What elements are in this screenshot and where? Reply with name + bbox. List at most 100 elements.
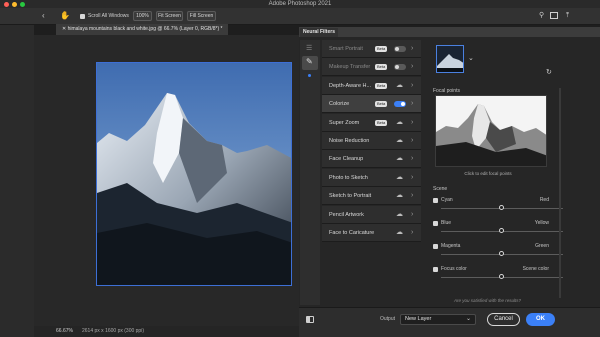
filter-label: Makeup Transfer xyxy=(329,64,371,71)
output-label: Output xyxy=(380,316,396,322)
chevron-right-icon[interactable]: › xyxy=(411,150,413,168)
filter-label: Noise Reduction xyxy=(329,138,370,144)
tools-panel xyxy=(0,25,34,337)
app-title: Adobe Photoshop 2021 xyxy=(268,1,332,7)
filter-toggle[interactable] xyxy=(394,101,406,108)
slider-left-label: Focus color xyxy=(441,266,467,272)
slider-right-label: Scene color xyxy=(522,266,549,272)
filter-label: Pencil Artwork xyxy=(329,211,364,218)
filter-row[interactable]: Face to Caricature ☁ › xyxy=(322,224,421,242)
beta-badge: Beta xyxy=(375,64,388,71)
beta-badge: Beta xyxy=(375,101,388,108)
reference-thumbnail[interactable] xyxy=(436,45,464,73)
focal-points-hint: Click to edit focal points xyxy=(464,171,512,176)
slider-checkbox[interactable] xyxy=(433,198,438,203)
filter-row[interactable]: Face Cleanup ☁ › xyxy=(322,150,421,169)
scroll-all-windows-checkbox[interactable] xyxy=(80,14,85,19)
toggle-knob xyxy=(395,65,399,70)
filter-toggle[interactable] xyxy=(394,46,406,52)
focal-points-label: Focal points xyxy=(433,88,460,94)
workspace-icon[interactable] xyxy=(550,12,558,19)
filter-row[interactable]: Sketch to Portrait ☁ › xyxy=(322,187,421,206)
chevron-down-icon[interactable]: ⌄ xyxy=(468,54,474,62)
slider-left-label: Magenta xyxy=(441,243,461,249)
slider-thumb[interactable] xyxy=(499,251,504,256)
slider-right-label: Yellow xyxy=(534,220,549,226)
cloud-download-icon[interactable]: ☁ xyxy=(396,190,403,202)
scroll-all-windows-label: Scroll All Windows xyxy=(88,13,129,19)
filter-toggle[interactable] xyxy=(394,64,406,71)
chevron-right-icon[interactable]: › xyxy=(411,132,413,150)
panel-header xyxy=(299,27,600,37)
filter-label: Sketch to Portrait xyxy=(329,193,372,200)
brush-icon: ✎ xyxy=(306,57,313,66)
chevron-right-icon[interactable]: › xyxy=(411,224,413,242)
document-tab-label: himalaya mountains black and white.jpg @… xyxy=(67,26,223,32)
chevron-right-icon[interactable]: › xyxy=(411,40,413,58)
share-icon[interactable]: ⤒ xyxy=(566,11,569,21)
focal-preview-image xyxy=(436,96,546,166)
slider-checkbox[interactable] xyxy=(433,267,438,272)
slider-thumb[interactable] xyxy=(499,274,504,279)
slider-thumb[interactable] xyxy=(499,228,504,233)
filter-row[interactable]: Makeup Transfer Beta › xyxy=(322,58,421,77)
chevron-right-icon[interactable]: › xyxy=(411,206,413,224)
filter-label: Depth-Aware H... xyxy=(329,82,372,89)
cloud-download-icon[interactable]: ☁ xyxy=(396,80,403,92)
filter-row[interactable]: Colorize Beta › xyxy=(322,95,421,114)
slider-thumb[interactable] xyxy=(499,205,504,210)
cloud-download-icon[interactable]: ☁ xyxy=(396,172,403,184)
chevron-right-icon[interactable]: › xyxy=(411,58,413,76)
chevron-down-icon: ⌄ xyxy=(465,316,471,322)
slider-right-label: Green xyxy=(535,243,549,249)
slider-checkbox[interactable] xyxy=(433,221,438,226)
cloud-download-icon[interactable]: ☁ xyxy=(396,135,403,147)
filter-label: Face to Caricature xyxy=(329,230,375,236)
filter-list: Smart Portrait Beta › Makeup Transfer Beta › D… xyxy=(322,40,422,305)
chevron-right-icon[interactable]: › xyxy=(411,187,413,205)
filter-row[interactable]: Super Zoom Beta ☁ › xyxy=(322,113,421,132)
hand-tool-icon[interactable]: ✋ xyxy=(60,11,70,21)
filter-list-icon[interactable]: ☰ xyxy=(306,44,312,52)
filter-label: Photo to Sketch xyxy=(329,174,368,181)
fill-screen-button[interactable]: Fill Screen xyxy=(187,11,216,21)
output-select[interactable]: New Layer ⌄ xyxy=(400,314,476,325)
focal-points-preview[interactable] xyxy=(435,95,547,167)
chevron-right-icon[interactable]: › xyxy=(411,169,413,187)
cloud-download-icon[interactable]: ☁ xyxy=(396,227,403,239)
toggle-view-icon[interactable] xyxy=(306,316,314,323)
cloud-download-icon[interactable]: ☁ xyxy=(396,117,403,129)
cancel-button[interactable]: Cancel xyxy=(487,313,520,326)
filter-row[interactable]: Photo to Sketch ☁ › xyxy=(322,168,421,187)
filter-label: Smart Portrait xyxy=(329,46,363,52)
filter-row[interactable]: Pencil Artwork ☁ › xyxy=(322,205,421,224)
filter-row[interactable]: Smart Portrait Beta › xyxy=(322,40,421,58)
active-indicator xyxy=(308,74,311,77)
zoom-100-button[interactable]: 100% xyxy=(133,11,152,21)
chevron-right-icon[interactable]: › xyxy=(411,114,413,132)
reset-icon[interactable]: ↻ xyxy=(546,68,552,76)
settings-scrollbar[interactable] xyxy=(559,88,561,298)
chevron-right-icon[interactable]: › xyxy=(411,77,413,95)
brush-tool-button[interactable]: ✎ xyxy=(302,56,318,70)
chevron-right-icon[interactable]: › xyxy=(411,95,413,113)
filter-row[interactable]: Noise Reduction ☁ › xyxy=(322,132,421,150)
filter-row[interactable]: Depth-Aware H... Beta ☁ › xyxy=(322,76,421,95)
ok-button[interactable]: OK xyxy=(526,313,555,326)
slider-checkbox[interactable] xyxy=(433,244,438,249)
fit-screen-button[interactable]: Fit Screen xyxy=(156,11,183,21)
mountain-photo[interactable] xyxy=(96,62,292,286)
cloud-download-icon[interactable]: ☁ xyxy=(396,153,403,165)
tab-neural-filters[interactable]: Neural Filters xyxy=(300,28,338,37)
search-icon[interactable]: ⚲ xyxy=(539,11,544,21)
slider-left-label: Blue xyxy=(441,220,452,226)
thumbnail-image xyxy=(437,46,463,72)
beta-badge: Beta xyxy=(375,46,388,52)
toggle-knob xyxy=(395,47,399,51)
home-icon[interactable]: ‹ xyxy=(42,11,45,21)
document-info: 2614 px x 1600 px (300 ppi) xyxy=(82,328,144,334)
filter-label: Super Zoom xyxy=(329,119,360,126)
document-tab[interactable]: ✕ himalaya mountains black and white.jpg… xyxy=(56,24,228,35)
slider-left-label: Cyan xyxy=(441,197,453,203)
cloud-download-icon[interactable]: ☁ xyxy=(396,209,403,221)
